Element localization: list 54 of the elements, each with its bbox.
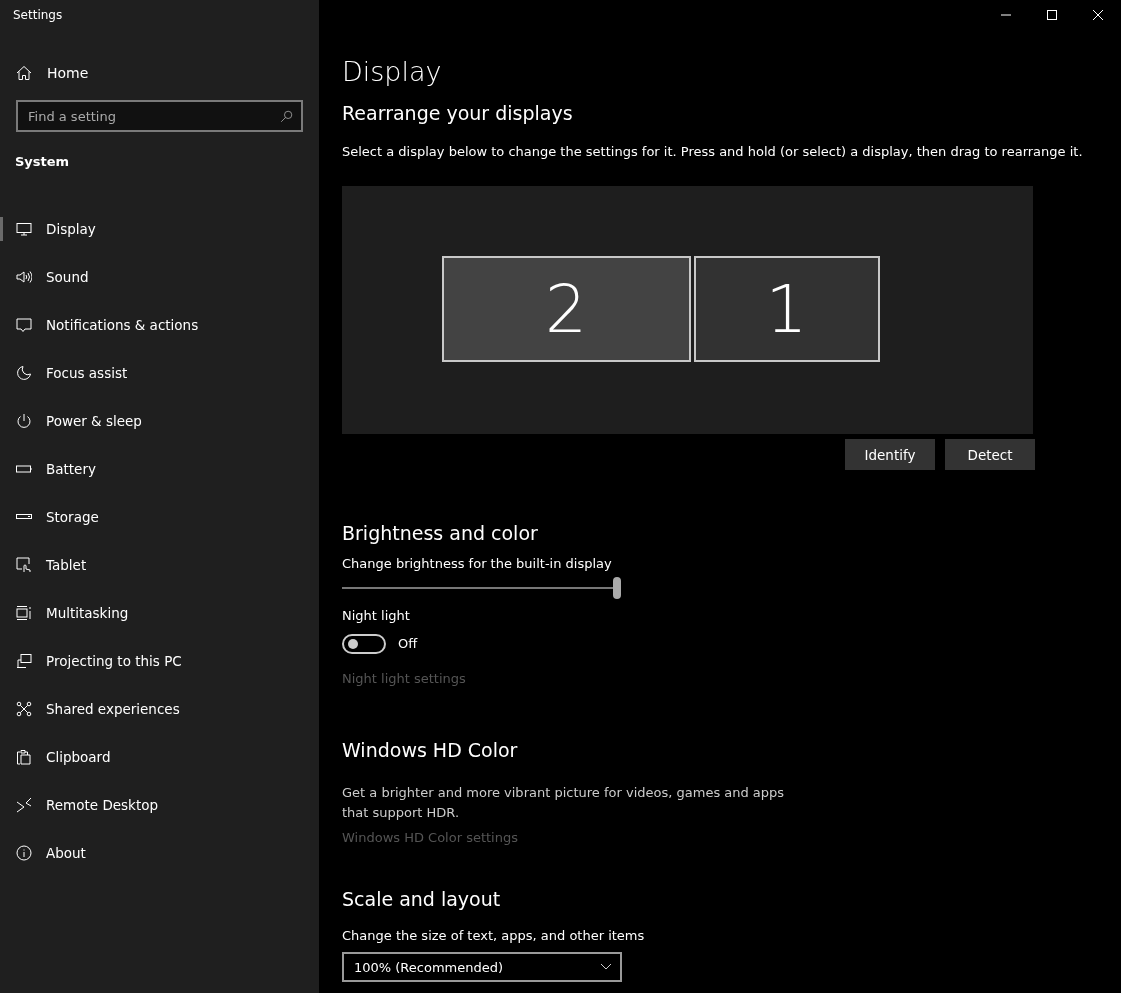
action-button[interactable]: Detect xyxy=(945,439,1035,470)
night-light-toggle[interactable] xyxy=(342,634,386,654)
section-heading: Rearrange your displays xyxy=(342,101,574,126)
home-link[interactable]: Home xyxy=(0,54,319,92)
sidebar-item[interactable]: Remote Desktop xyxy=(0,781,319,829)
action-button[interactable]: Identify xyxy=(845,439,935,470)
brightness-slider[interactable] xyxy=(342,576,621,600)
monitor-tile[interactable]: 1 xyxy=(693,256,880,362)
sidebar-item[interactable]: Notifications & actions xyxy=(0,301,319,349)
maximize-icon xyxy=(1047,10,1057,20)
sidebar-icon xyxy=(16,749,32,765)
toggle-label: Night light xyxy=(342,607,411,625)
sidebar-icon xyxy=(16,797,32,813)
sidebar-item[interactable]: Multitasking xyxy=(0,589,319,637)
sidebar-icon xyxy=(16,413,32,429)
sidebar-item[interactable]: Projecting to this PC xyxy=(0,637,319,685)
section-heading: System xyxy=(14,154,71,171)
dropdown-label: Change the size of text, apps, and other items xyxy=(342,927,646,945)
toggle-state: Off xyxy=(398,635,418,653)
scale-dropdown[interactable]: 100% (Recommended) xyxy=(342,952,622,982)
sidebar-icon xyxy=(16,365,32,381)
sidebar-icon xyxy=(16,269,32,285)
page-title: Display xyxy=(342,55,443,89)
sidebar-item[interactable]: Storage xyxy=(0,493,319,541)
sidebar-icon xyxy=(16,221,32,237)
sidebar-icon xyxy=(16,317,32,333)
section-heading: Scale and layout xyxy=(342,887,502,912)
sidebar-item[interactable]: Sound xyxy=(0,253,319,301)
sidebar-icon xyxy=(16,701,32,717)
sidebar-item[interactable]: Battery xyxy=(0,445,319,493)
sidebar-item[interactable]: Focus assist xyxy=(0,349,319,397)
search-field[interactable]: Find a setting xyxy=(16,100,303,132)
slider-thumb[interactable] xyxy=(613,577,621,599)
close-icon xyxy=(1093,10,1103,20)
sidebar-icon xyxy=(16,557,32,573)
search-icon xyxy=(280,110,293,123)
sidebar-icon xyxy=(16,605,32,621)
section-heading: Brightness and color xyxy=(342,521,539,546)
slider-label: Change brightness for the built-in display xyxy=(342,555,613,573)
chevron-down-icon xyxy=(600,963,612,971)
sidebar-item[interactable]: About xyxy=(0,829,319,877)
sidebar-item[interactable]: Display xyxy=(0,205,319,253)
sidebar-item[interactable]: Power & sleep xyxy=(0,397,319,445)
sidebar-icon xyxy=(16,653,32,669)
monitor-tile[interactable]: 2 xyxy=(441,256,691,362)
sidebar-item[interactable]: Tablet xyxy=(0,541,319,589)
description-text: Select a display below to change the settings for it. Press and hold (or select) a display, then drag to rearrange it. xyxy=(342,143,1084,161)
sidebar-icon xyxy=(16,845,32,861)
window-title: Settings xyxy=(12,7,64,24)
home-icon xyxy=(16,65,32,81)
section-heading: Windows HD Color xyxy=(342,738,519,763)
description-text: Get a brighter and more vibrant picture for videos, games and apps that support HDR. xyxy=(342,784,786,822)
sidebar-item[interactable]: Clipboard xyxy=(0,733,319,781)
sidebar-item[interactable]: Shared experiences xyxy=(0,685,319,733)
